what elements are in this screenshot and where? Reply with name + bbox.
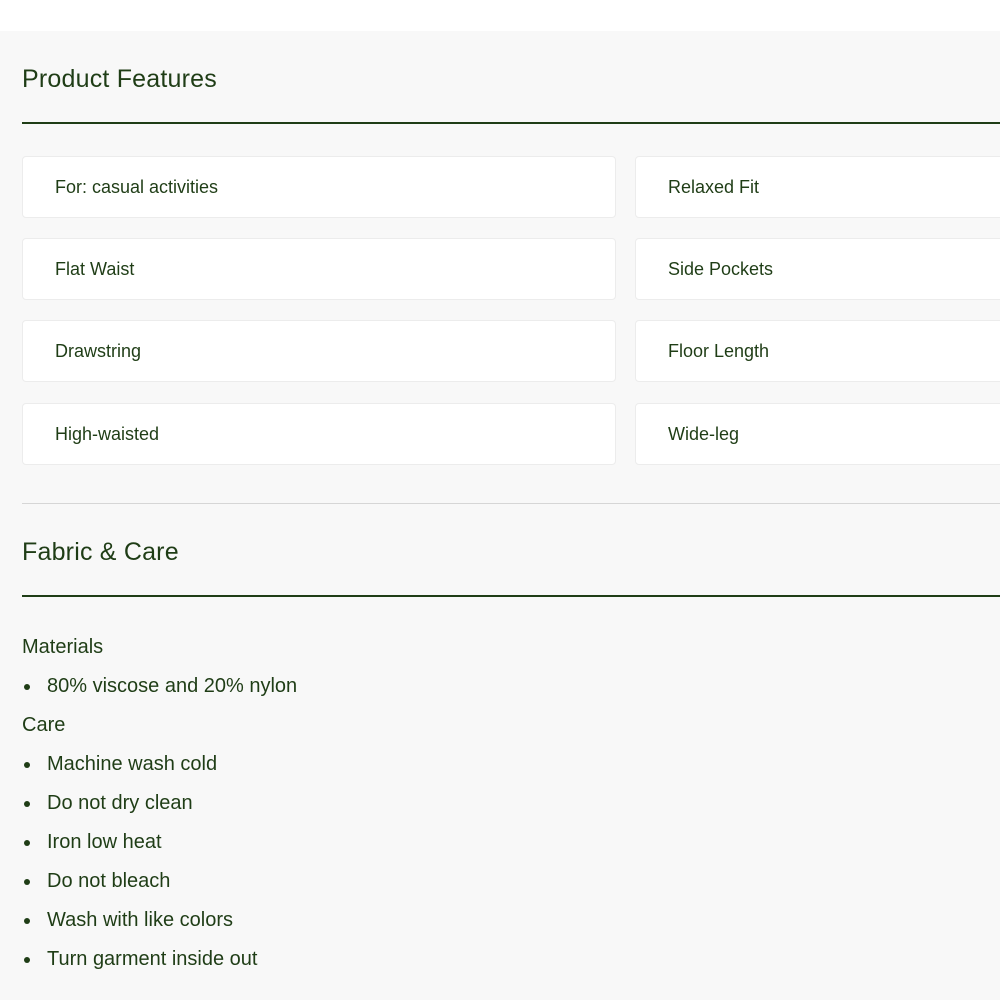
top-strip <box>0 0 1000 31</box>
feature-card: For: casual activities <box>22 156 616 218</box>
list-item-text: Do not bleach <box>47 870 171 892</box>
list-item-text: Do not dry clean <box>47 792 193 814</box>
feature-card: Flat Waist <box>22 238 616 300</box>
materials-heading: Materials <box>22 636 104 658</box>
bullet-icon <box>24 917 30 924</box>
fabric-care-content: Materials 80% viscose and 20% nylon Care… <box>22 628 922 979</box>
list-item-text: Wash with like colors <box>47 909 233 931</box>
bullet-icon <box>24 761 30 768</box>
list-item: Do not dry clean <box>22 784 922 823</box>
fabric-care-title: Fabric & Care <box>22 538 179 566</box>
list-item-text: Machine wash cold <box>47 753 218 775</box>
bullet-icon <box>24 800 30 807</box>
care-heading: Care <box>22 714 66 736</box>
section-separator <box>22 503 1000 504</box>
feature-card: Wide-leg <box>635 403 1000 465</box>
list-item: Wash with like colors <box>22 901 922 940</box>
list-item: Machine wash cold <box>22 745 922 784</box>
materials-list: 80% viscose and 20% nylon <box>22 667 922 706</box>
feature-card: Floor Length <box>635 320 1000 382</box>
feature-card: Side Pockets <box>635 238 1000 300</box>
feature-card: High-waisted <box>22 403 616 465</box>
product-features-title: Product Features <box>22 65 217 93</box>
list-item-text: Turn garment inside out <box>47 948 258 970</box>
list-item-text: 80% viscose and 20% nylon <box>47 675 298 697</box>
list-item-text: Iron low heat <box>47 831 162 853</box>
bullet-icon <box>24 878 30 885</box>
list-item: Turn garment inside out <box>22 940 922 979</box>
care-list: Machine wash cold Do not dry clean Iron … <box>22 745 922 979</box>
list-item: 80% viscose and 20% nylon <box>22 667 922 706</box>
feature-card: Relaxed Fit <box>635 156 1000 218</box>
fabric-care-divider <box>22 595 1000 597</box>
bullet-icon <box>24 839 30 846</box>
product-features-divider <box>22 122 1000 124</box>
bullet-icon <box>24 956 30 963</box>
feature-card: Drawstring <box>22 320 616 382</box>
list-item: Do not bleach <box>22 862 922 901</box>
list-item: Iron low heat <box>22 823 922 862</box>
bullet-icon <box>24 683 30 690</box>
